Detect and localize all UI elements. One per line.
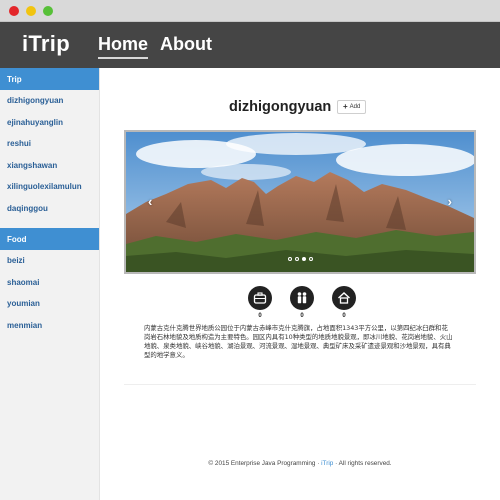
sidebar-item-dizhigongyuan[interactable]: dizhigongyuan [0, 90, 99, 112]
maximize-window-button[interactable] [43, 6, 53, 16]
sidebar-heading-food: Food [0, 228, 99, 250]
suitcase-icon[interactable] [248, 286, 272, 310]
footer-brand-link[interactable]: iTrip [321, 460, 333, 467]
stats-row: 0 0 0 [245, 286, 365, 322]
people-icon[interactable] [290, 286, 314, 310]
carousel-indicator[interactable] [294, 257, 299, 261]
sidebar: Trip dizhigongyuan ejinahuyanglin reshui… [0, 68, 100, 500]
home-icon[interactable] [332, 286, 356, 310]
main-content: dizhigongyuan + Add ‹ › 0 0 0 内蒙古克什克腾世界地… [100, 68, 500, 500]
stat-count: 0 [342, 313, 346, 319]
stat-count: 0 [300, 313, 304, 319]
carousel-indicator[interactable] [308, 257, 313, 261]
top-navbar: iTrip Home About [0, 22, 500, 68]
minimize-window-button[interactable] [26, 6, 36, 16]
stat-people: 0 [290, 286, 314, 319]
sidebar-item-shaomai[interactable]: shaomai [0, 272, 99, 294]
stat-home: 0 [332, 286, 356, 319]
add-button[interactable]: + Add [337, 100, 367, 114]
carousel-indicator-active[interactable] [301, 257, 306, 261]
window-titlebar [0, 0, 500, 22]
sidebar-item-xilinguolexilamulun[interactable]: xilinguolexilamulun [0, 176, 99, 198]
image-carousel[interactable]: ‹ › [124, 130, 476, 274]
sidebar-item-daqinggou[interactable]: daqinggou [0, 198, 99, 220]
nav-about-link[interactable]: About [160, 34, 212, 55]
carousel-prev-button[interactable]: ‹ [148, 194, 152, 209]
close-window-button[interactable] [9, 6, 19, 16]
sidebar-item-reshui[interactable]: reshui [0, 133, 99, 155]
description-text: 内蒙古克什克腾世界地质公园位于内蒙古赤峰市克什克腾旗，占地面积1343平方公里，… [144, 324, 453, 359]
nav-home-link[interactable]: Home [98, 34, 149, 59]
plus-icon: + [343, 102, 348, 111]
add-button-label: Add [349, 104, 361, 110]
landscape-photo [126, 132, 474, 272]
divider [124, 384, 476, 385]
carousel-indicators [126, 257, 474, 261]
footer-prefix: © 2015 Enterprise Java Programming · [208, 460, 322, 467]
footer: © 2015 Enterprise Java Programming · iTr… [100, 460, 500, 467]
carousel-next-button[interactable]: › [448, 194, 452, 209]
carousel-indicator[interactable] [287, 257, 292, 261]
page-title: dizhigongyuan [229, 99, 332, 115]
stat-count: 0 [258, 313, 262, 319]
stat-suitcase: 0 [248, 286, 272, 319]
footer-suffix: · All rights reserved. [333, 460, 392, 467]
sidebar-item-menmian[interactable]: menmian [0, 315, 99, 337]
sidebar-item-beizi[interactable]: beizi [0, 250, 99, 272]
sidebar-item-youmian[interactable]: youmian [0, 293, 99, 315]
sidebar-item-xiangshawan[interactable]: xiangshawan [0, 155, 99, 177]
brand-logo[interactable]: iTrip [22, 31, 70, 57]
title-row: dizhigongyuan + Add [100, 99, 500, 119]
sidebar-heading-trip: Trip [0, 68, 99, 90]
sidebar-item-ejinahuyanglin[interactable]: ejinahuyanglin [0, 112, 99, 134]
